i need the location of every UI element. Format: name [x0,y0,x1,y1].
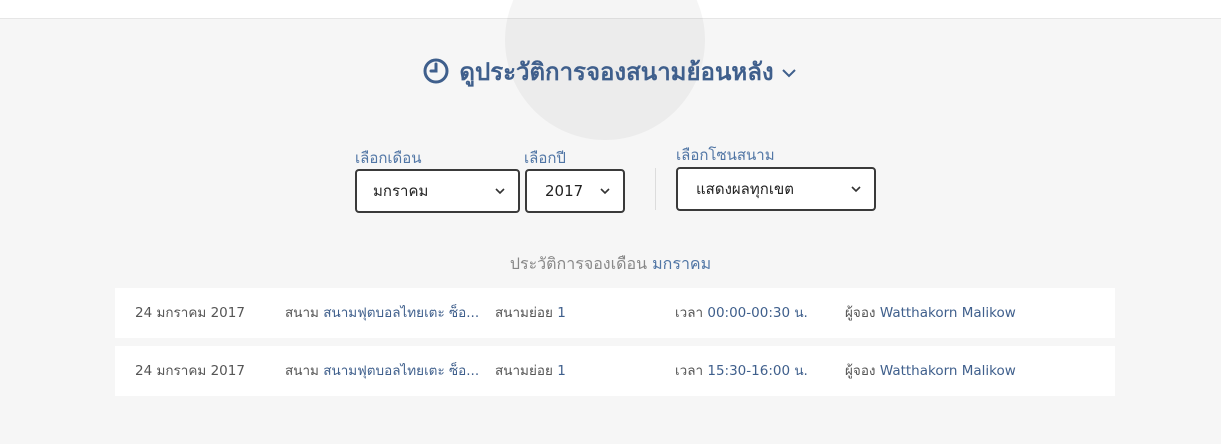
booker-name: Watthakorn Malikow [879,363,1016,379]
time-range: 15:30-16:00 น. [707,363,808,379]
booking-booker: ผู้จอง Watthakorn Malikow [845,288,1016,338]
history-toggle[interactable]: ดูประวัติการจองสนามย้อนหลัง [0,52,1221,92]
booking-date: 24 มกราคม 2017 [135,363,245,379]
subfield-prefix: สนามย่อย [495,305,553,321]
booker-prefix: ผู้จอง [845,363,876,379]
year-label: เลือกปี [524,149,566,167]
time-range: 00:00-00:30 น. [707,305,808,321]
chevron-down-icon [851,186,861,193]
filter-divider [655,168,656,210]
history-heading-prefix: ประวัติการจองเดือน [509,254,648,273]
year-select[interactable]: 2017 [525,169,625,213]
booking-subfield: สนามย่อย 1 [495,288,566,338]
booking-time: เวลา 00:00-00:30 น. [675,288,808,338]
chevron-down-icon [495,188,505,195]
zone-select[interactable]: แสดงผลทุกเขต [676,167,876,211]
booking-field: สนาม สนามฟุตบอลไทยเตะ ซ็อ... [285,288,480,338]
chevron-down-icon [600,188,610,195]
field-name: สนามฟุตบอลไทยเตะ ซ็อ... [323,305,480,321]
field-prefix: สนาม [285,363,319,379]
time-prefix: เวลา [675,363,704,379]
month-select-value: มกราคม [373,182,429,200]
subfield-number: 1 [557,363,566,379]
zone-label: เลือกโซนสนาม [676,146,775,164]
year-select-value: 2017 [545,182,584,200]
booker-prefix: ผู้จอง [845,305,876,321]
zone-select-value: แสดงผลทุกเขต [696,180,794,198]
month-label: เลือกเดือน [355,149,422,167]
page-title: ดูประวัติการจองสนามย้อนหลัง [459,58,774,86]
booking-time: เวลา 15:30-16:00 น. [675,346,808,396]
booking-date: 24 มกราคม 2017 [135,305,245,321]
month-select[interactable]: มกราคม [355,169,520,213]
subfield-prefix: สนามย่อย [495,363,553,379]
subfield-number: 1 [557,305,566,321]
booking-row: 24 มกราคม 2017 สนาม สนามฟุตบอลไทยเตะ ซ็อ… [115,346,1115,396]
time-prefix: เวลา [675,305,704,321]
history-heading: ประวัติการจองเดือน มกราคม [0,252,1221,277]
booking-row: 24 มกราคม 2017 สนาม สนามฟุตบอลไทยเตะ ซ็อ… [115,288,1115,338]
history-heading-month: มกราคม [652,254,712,273]
booker-name: Watthakorn Malikow [879,305,1016,321]
booking-subfield: สนามย่อย 1 [495,346,566,396]
chevron-down-icon[interactable] [780,64,798,82]
booking-field: สนาม สนามฟุตบอลไทยเตะ ซ็อ... [285,346,480,396]
field-prefix: สนาม [285,305,319,321]
field-name: สนามฟุตบอลไทยเตะ ซ็อ... [323,363,480,379]
clock-icon [423,58,449,84]
booking-booker: ผู้จอง Watthakorn Malikow [845,346,1016,396]
